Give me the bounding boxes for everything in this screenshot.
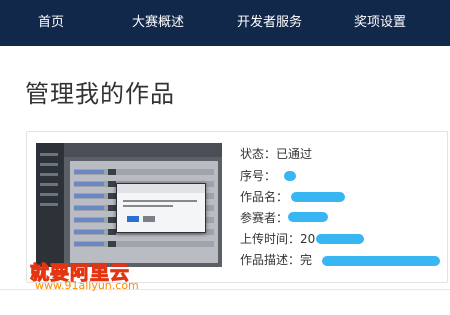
nav-item-home[interactable]: 首页: [38, 0, 64, 46]
nav-item-overview[interactable]: 大赛概述: [132, 0, 184, 46]
upload-time-label: 上传时间：: [240, 232, 301, 246]
top-navigation-bar: 首页 大赛概述 开发者服务 奖项设置: [0, 0, 450, 46]
status-row: 状态：已通过: [240, 146, 312, 162]
upload-time-value: 20: [300, 232, 316, 246]
page-title: 管理我的作品: [25, 80, 175, 108]
work-screenshot-thumbnail[interactable]: [36, 143, 222, 267]
watermark-url: www.91aliyun.com: [35, 279, 139, 292]
work-name-row: 作品名：: [240, 189, 288, 205]
serial-label: 序号：: [240, 169, 277, 183]
upload-time-row: 上传时间：20: [240, 231, 315, 247]
thumbnail-sidebar: [36, 143, 64, 267]
site-watermark: 就要阿里云 www.91aliyun.com: [29, 258, 180, 298]
work-name-label: 作品名：: [240, 190, 289, 204]
nav-item-awards[interactable]: 奖项设置: [354, 0, 406, 46]
description-redaction: [322, 256, 440, 266]
thumbnail-dialog: [116, 183, 206, 233]
upload-time-redaction: [316, 234, 364, 244]
participant-redaction: [288, 212, 328, 222]
thumbnail-header: [64, 143, 222, 157]
status-label: 状态：: [240, 147, 277, 161]
description-row: 作品描述：完: [240, 252, 312, 268]
description-label: 作品描述：: [240, 253, 301, 267]
serial-redaction: [284, 171, 296, 181]
status-value: 已通过: [276, 147, 313, 161]
description-value: 完: [300, 253, 313, 267]
nav-item-developer-services[interactable]: 开发者服务: [237, 0, 302, 46]
serial-row: 序号：: [240, 168, 276, 184]
participant-label: 参赛者：: [240, 211, 289, 225]
participant-row: 参赛者：: [240, 210, 288, 226]
work-name-redaction: [291, 192, 345, 202]
